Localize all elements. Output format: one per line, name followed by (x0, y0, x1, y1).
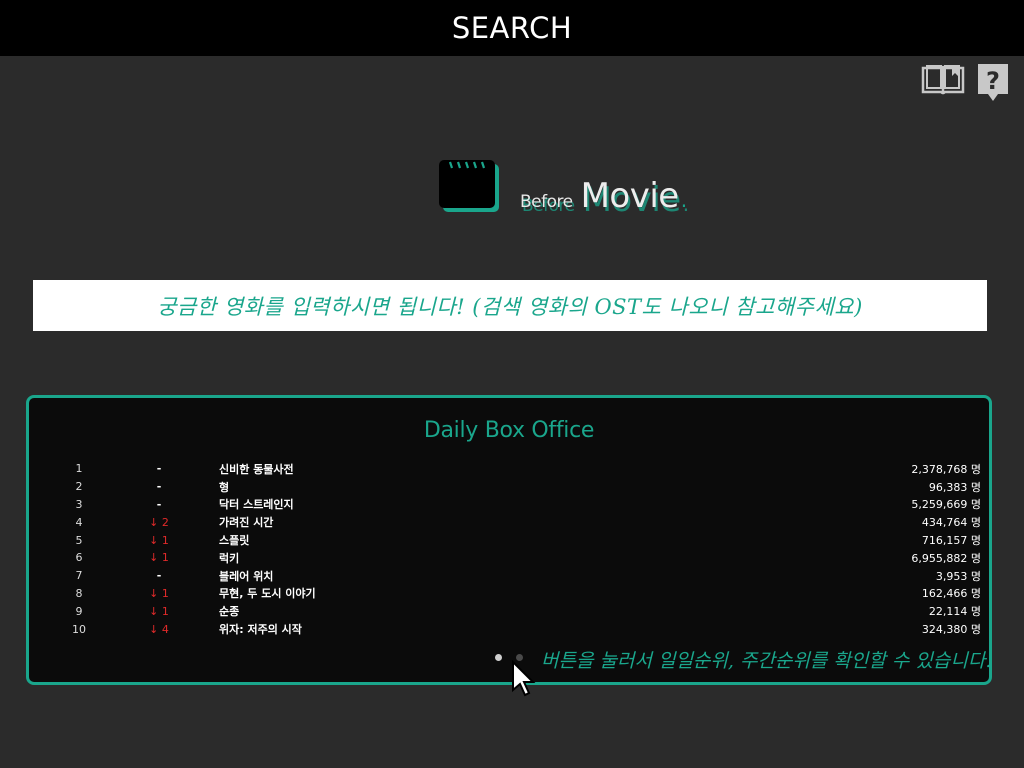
movie-title: 스플릿 (219, 534, 250, 548)
book-icon[interactable] (920, 62, 966, 100)
table-row[interactable]: 5 ↓ 1 스플릿 716,157 명 (59, 531, 982, 549)
top-bar: SEARCH (0, 0, 1024, 56)
audience-count: 96,383 명 (928, 480, 981, 494)
table-row[interactable]: 8 ↓ 1 무현, 두 도시 이야기 162,466 명 (59, 585, 982, 603)
audience-count: 162,466 명 (921, 587, 981, 601)
audience-count: 3,953 명 (935, 569, 981, 583)
audience-count: 434,764 명 (921, 516, 981, 530)
table-row[interactable]: 1 - 신비한 동물사전 2,378,768 명 (59, 460, 982, 478)
rank-number: 7 (75, 569, 83, 583)
question-icon[interactable]: ? (976, 62, 1010, 108)
pager-dot-daily[interactable] (495, 654, 502, 661)
rank-number: 3 (75, 497, 83, 511)
rank-list: 1 - 신비한 동물사전 2,378,768 명 2 - 형 96,383 명 3 - 닥터 스트레… (59, 460, 981, 638)
movie-title: 럭키 (219, 551, 240, 565)
logo-before-text: Before (520, 192, 573, 212)
movie-title: 블레어 위치 (219, 569, 274, 583)
box-office-title: Daily Box Office (423, 418, 595, 443)
table-row[interactable]: 4 ↓ 2 가려진 시간 434,764 명 (59, 513, 982, 531)
movie-title: 무현, 두 도시 이야기 (219, 587, 316, 601)
rank-number: 6 (75, 551, 83, 565)
table-row[interactable]: 10 ↓ 4 위자: 저주의 시작 324,380 명 (59, 620, 981, 638)
rank-change: ↓ 4 (149, 622, 169, 636)
logo: Before Movie . (438, 156, 687, 218)
table-row[interactable]: 7 - 블레어 위치 3,953 명 (59, 567, 982, 585)
rank-change: - (156, 480, 162, 494)
rank-change: - (156, 497, 162, 511)
page-title: SEARCH (451, 11, 573, 45)
search-input[interactable]: 궁금한 영화를 입력하시면 됩니다! (검색 영화의 OST도 나오니 참고해주… (33, 280, 987, 331)
top-icons: ? (920, 62, 1010, 108)
movie-title: 닥터 스트레인지 (219, 498, 294, 512)
audience-count: 2,378,768 명 (911, 462, 981, 476)
rank-number: 9 (75, 604, 83, 618)
rank-number: 10 (72, 622, 86, 636)
logo-wordmark: Before Movie . (520, 176, 687, 216)
movie-title: 가려진 시간 (219, 516, 274, 530)
svg-text:?: ? (986, 67, 1000, 95)
logo-movie-text: Movie (580, 176, 680, 216)
table-row[interactable]: 9 ↓ 1 순종 22,114 명 (59, 602, 982, 620)
rank-number: 8 (75, 586, 83, 600)
rank-number: 1 (75, 462, 83, 476)
rank-number: 2 (75, 480, 83, 494)
rank-number: 4 (75, 515, 83, 529)
audience-count: 5,259,669 명 (911, 498, 981, 512)
logo-dot: . (680, 188, 688, 212)
audience-count: 324,380 명 (921, 623, 981, 637)
rank-change: ↓ 1 (149, 586, 169, 600)
box-office-panel: Daily Box Office 1 - 신비한 동물사전 2,378,768 명 2 -… (26, 395, 992, 697)
hint-text: 버튼을 눌러서 일일순위, 주간순위를 확인할 수 있습니다. (541, 650, 992, 672)
audience-count: 6,955,882 명 (911, 551, 981, 565)
rank-change: - (156, 569, 162, 583)
search-placeholder: 궁금한 영화를 입력하시면 됩니다! (검색 영화의 OST도 나오니 참고해주… (157, 294, 863, 319)
audience-count: 22,114 명 (928, 605, 981, 619)
rank-change: ↓ 1 (149, 551, 169, 565)
movie-title: 위자: 저주의 시작 (219, 623, 302, 637)
rank-change: ↓ 1 (149, 604, 169, 618)
rank-change: - (156, 462, 162, 476)
movie-title: 형 (219, 480, 230, 494)
table-row[interactable]: 3 - 닥터 스트레인지 5,259,669 명 (59, 496, 982, 514)
table-row[interactable]: 2 - 형 96,383 명 (59, 478, 982, 496)
movie-title: 신비한 동물사전 (219, 462, 294, 476)
rank-change: ↓ 2 (149, 515, 169, 529)
rank-number: 5 (75, 533, 83, 547)
movie-title: 순종 (219, 605, 240, 619)
rank-change: ↓ 1 (149, 533, 169, 547)
mouse-cursor-icon (511, 659, 537, 702)
clapperboard-icon (438, 156, 502, 218)
table-row[interactable]: 6 ↓ 1 럭키 6,955,882 명 (59, 549, 982, 567)
audience-count: 716,157 명 (921, 534, 981, 548)
